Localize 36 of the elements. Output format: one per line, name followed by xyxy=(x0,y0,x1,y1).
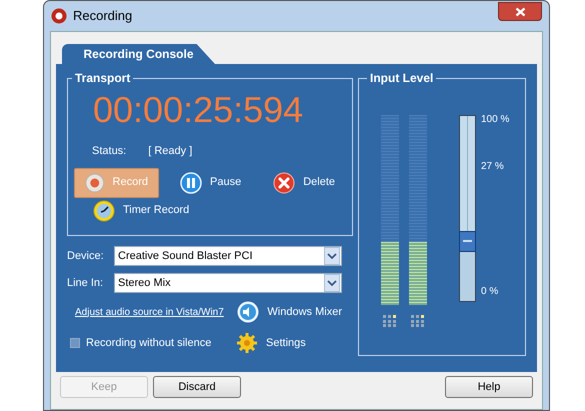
dialog-button[interactable]: Help xyxy=(445,376,533,398)
record-icon xyxy=(51,8,67,24)
level-slider[interactable] xyxy=(459,115,476,302)
close-icon xyxy=(514,6,526,16)
status-value: [ Ready ] xyxy=(148,144,192,159)
close-button[interactable] xyxy=(498,2,542,21)
field-label: Device: xyxy=(67,248,105,264)
dropdown-field[interactable]: Stereo Mix xyxy=(114,273,342,293)
channel-icon xyxy=(411,315,425,327)
scale-label: 27 % xyxy=(481,160,505,174)
channel-icon xyxy=(383,315,397,327)
field-label: Line In: xyxy=(67,276,104,291)
status-label: Status: xyxy=(92,144,126,159)
scale-label: 0 % xyxy=(481,285,500,299)
dialog-button[interactable]: Discard xyxy=(153,376,241,398)
slider-thumb[interactable] xyxy=(459,230,476,252)
pause-icon xyxy=(180,172,202,194)
windows-mixer-button[interactable]: Windows Mixer xyxy=(237,301,342,323)
settings-button[interactable]: Settings xyxy=(236,332,306,354)
adjust-source-link[interactable]: Adjust audio source in Vista/Win7 xyxy=(75,304,238,320)
silence-checkbox[interactable]: Recording without silence xyxy=(70,334,236,352)
delete-button[interactable]: Delete xyxy=(262,168,346,198)
clock-icon xyxy=(93,200,115,222)
group-title: Transport xyxy=(74,70,132,87)
window-title: Recording xyxy=(73,7,132,26)
record-icon xyxy=(85,172,105,194)
time-counter: 00:00:25:594 xyxy=(93,91,304,129)
tab[interactable]: Recording Console xyxy=(62,44,215,64)
gear-icon xyxy=(236,332,258,354)
scale-label: 100 % xyxy=(481,113,510,127)
speaker-icon xyxy=(237,301,260,323)
timer-button[interactable]: Timer Record xyxy=(82,198,200,224)
dropdown-field[interactable]: Creative Sound Blaster PCI xyxy=(114,246,342,266)
group-title: Input Level xyxy=(369,70,434,87)
delete-icon xyxy=(273,172,296,194)
pause-button[interactable]: Pause xyxy=(169,168,252,198)
